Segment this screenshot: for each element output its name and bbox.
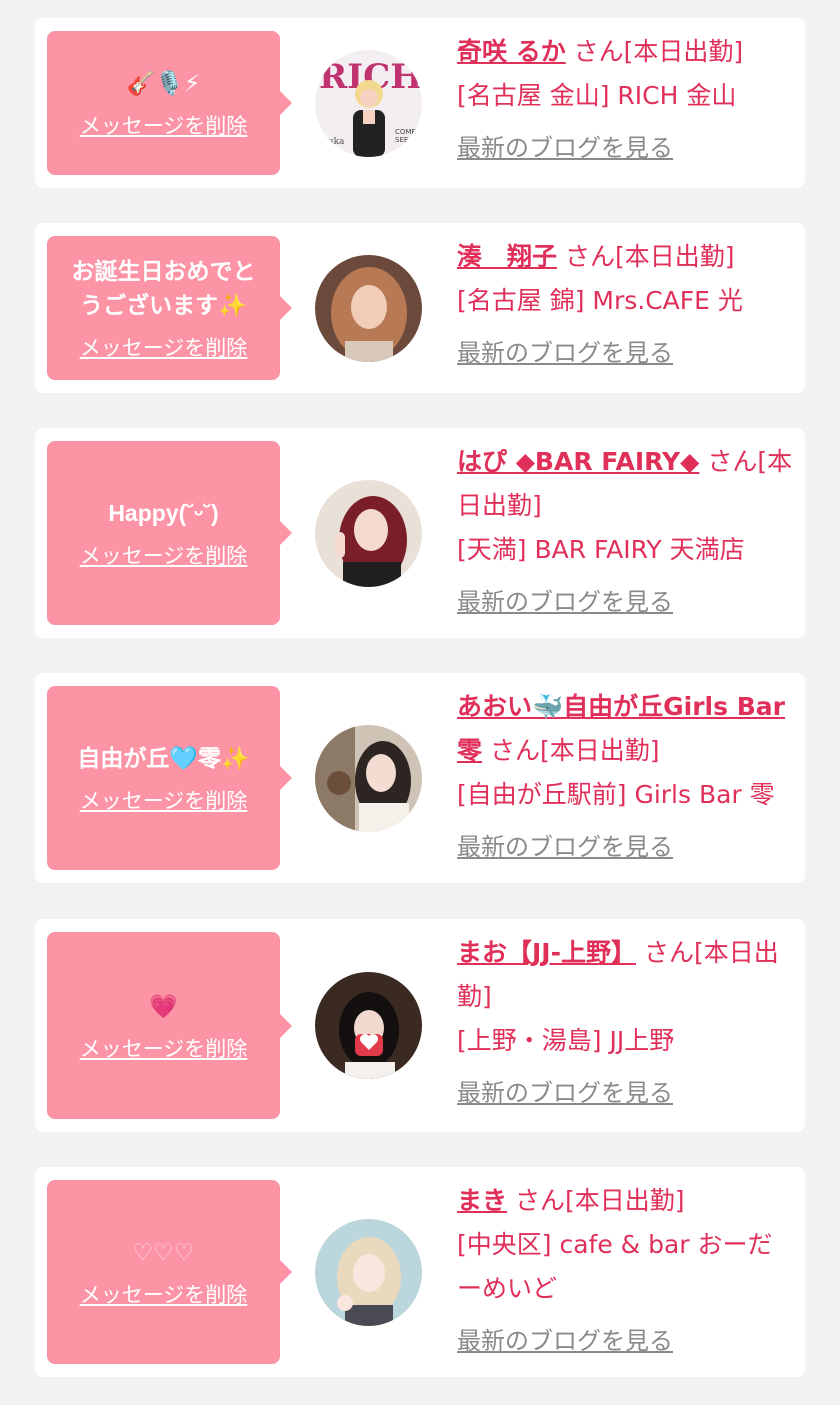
latest-blog-link[interactable]: 最新のブログを見る xyxy=(457,1071,795,1115)
status-text: さん[本日出勤] xyxy=(573,37,744,66)
profile-photo-icon xyxy=(315,480,422,587)
status-text: さん[本日出勤] xyxy=(489,736,660,765)
svg-text:Ruka: Ruka xyxy=(321,137,345,147)
shop-text: [名古屋 錦] Mrs.CAFE 光 xyxy=(457,286,743,315)
cast-name-link[interactable]: 湊 翔子 xyxy=(457,242,557,271)
message-bubble: ♡♡♡ メッセージを削除 xyxy=(47,1180,292,1364)
latest-blog-link[interactable]: 最新のブログを見る xyxy=(457,126,795,170)
avatar[interactable] xyxy=(315,972,422,1079)
avatar[interactable]: RICH Ruka COME SEE xyxy=(315,50,422,157)
message-text: 🎸🎙️⚡ xyxy=(126,70,201,96)
status-text: さん[本日出勤] xyxy=(564,242,735,271)
cast-info: まお【JJ-上野】 さん[本日出勤] [上野・湯島] JJ上野 最新のブログを見… xyxy=(457,931,795,1115)
avatar[interactable] xyxy=(315,480,422,587)
cast-name-link[interactable]: まお【JJ-上野】 xyxy=(457,938,636,967)
message-text: 💗 xyxy=(149,992,178,1019)
delete-message-link[interactable]: メッセージを削除 xyxy=(80,540,248,570)
profile-photo-icon xyxy=(315,972,422,1079)
delete-message-link[interactable]: メッセージを削除 xyxy=(80,785,248,815)
delete-message-link[interactable]: メッセージを削除 xyxy=(80,1279,248,1309)
shop-text: [天満] BAR FAIRY 天満店 xyxy=(457,535,745,564)
profile-photo-icon xyxy=(315,725,422,832)
cast-info: 奇咲 るか さん[本日出勤] [名古屋 金山] RICH 金山 最新のブログを見… xyxy=(457,30,795,170)
message-bubble: 🎸🎙️⚡ メッセージを削除 xyxy=(47,31,292,175)
message-card: Happy(˘ᵕ˘) メッセージを削除 はぴ ◆BAR FAIRY◆ さん[本日… xyxy=(35,428,805,638)
message-text: お誕生日おめでと うございます✨ xyxy=(71,258,256,318)
message-card: 🎸🎙️⚡ メッセージを削除 RICH Ruka COME SEE 奇咲 るか さ… xyxy=(35,18,805,188)
cast-info: 湊 翔子 さん[本日出勤] [名古屋 錦] Mrs.CAFE 光 最新のブログを… xyxy=(457,235,795,375)
message-text: 自由が丘🩵零✨ xyxy=(77,745,250,771)
profile-photo-icon xyxy=(315,255,422,362)
latest-blog-link[interactable]: 最新のブログを見る xyxy=(457,1319,795,1363)
cast-name-link[interactable]: 奇咲 るか xyxy=(457,37,566,66)
message-bubble: 自由が丘🩵零✨ メッセージを削除 xyxy=(47,686,292,870)
latest-blog-link[interactable]: 最新のブログを見る xyxy=(457,331,795,375)
delete-message-link[interactable]: メッセージを削除 xyxy=(80,332,248,362)
shop-text: [中央区] cafe & bar おーだーめいど xyxy=(457,1230,773,1303)
status-text: さん[本日出勤] xyxy=(514,1186,685,1215)
cast-name-link[interactable]: はぴ ◆BAR FAIRY◆ xyxy=(457,447,699,476)
shop-text: [名古屋 金山] RICH 金山 xyxy=(457,81,737,110)
delete-message-link[interactable]: メッセージを削除 xyxy=(80,1033,248,1063)
avatar[interactable] xyxy=(315,725,422,832)
avatar[interactable] xyxy=(315,255,422,362)
delete-message-link[interactable]: メッセージを削除 xyxy=(80,110,248,140)
message-card-list: 🎸🎙️⚡ メッセージを削除 RICH Ruka COME SEE 奇咲 るか さ… xyxy=(0,0,840,1405)
shop-text: [上野・湯島] JJ上野 xyxy=(457,1026,675,1055)
avatar[interactable] xyxy=(315,1219,422,1326)
message-card: 💗 メッセージを削除 まお【JJ-上野】 さん[本日出勤] [上野・湯島] JJ… xyxy=(35,919,805,1132)
latest-blog-link[interactable]: 最新のブログを見る xyxy=(457,580,795,624)
message-bubble: Happy(˘ᵕ˘) メッセージを削除 xyxy=(47,441,292,625)
message-bubble: 💗 メッセージを削除 xyxy=(47,932,292,1119)
cast-info: はぴ ◆BAR FAIRY◆ さん[本日出勤] [天満] BAR FAIRY 天… xyxy=(457,440,795,624)
svg-text:SEE: SEE xyxy=(395,136,408,144)
message-card: ♡♡♡ メッセージを削除 まき さん[本日出勤] [中央区] cafe & ba… xyxy=(35,1167,805,1377)
message-card: 自由が丘🩵零✨ メッセージを削除 あおい🐳自由が丘Girls Bar零 さん[本… xyxy=(35,673,805,883)
message-text: Happy(˘ᵕ˘) xyxy=(108,500,219,526)
cast-name-link[interactable]: まき xyxy=(457,1186,507,1215)
rich-cover-photo-icon: RICH Ruka COME SEE xyxy=(315,50,422,157)
svg-text:COME: COME xyxy=(395,128,416,136)
message-card: お誕生日おめでと うございます✨ メッセージを削除 湊 翔子 さん[本日出勤] … xyxy=(35,223,805,393)
profile-photo-icon xyxy=(315,1219,422,1326)
message-bubble: お誕生日おめでと うございます✨ メッセージを削除 xyxy=(47,236,292,380)
shop-text: [自由が丘駅前] Girls Bar 零 xyxy=(457,780,775,809)
cast-info: あおい🐳自由が丘Girls Bar零 さん[本日出勤] [自由が丘駅前] Gir… xyxy=(457,685,795,869)
message-text: ♡♡♡ xyxy=(132,1239,195,1265)
cast-info: まき さん[本日出勤] [中央区] cafe & bar おーだーめいど 最新の… xyxy=(457,1179,795,1363)
latest-blog-link[interactable]: 最新のブログを見る xyxy=(457,825,795,869)
